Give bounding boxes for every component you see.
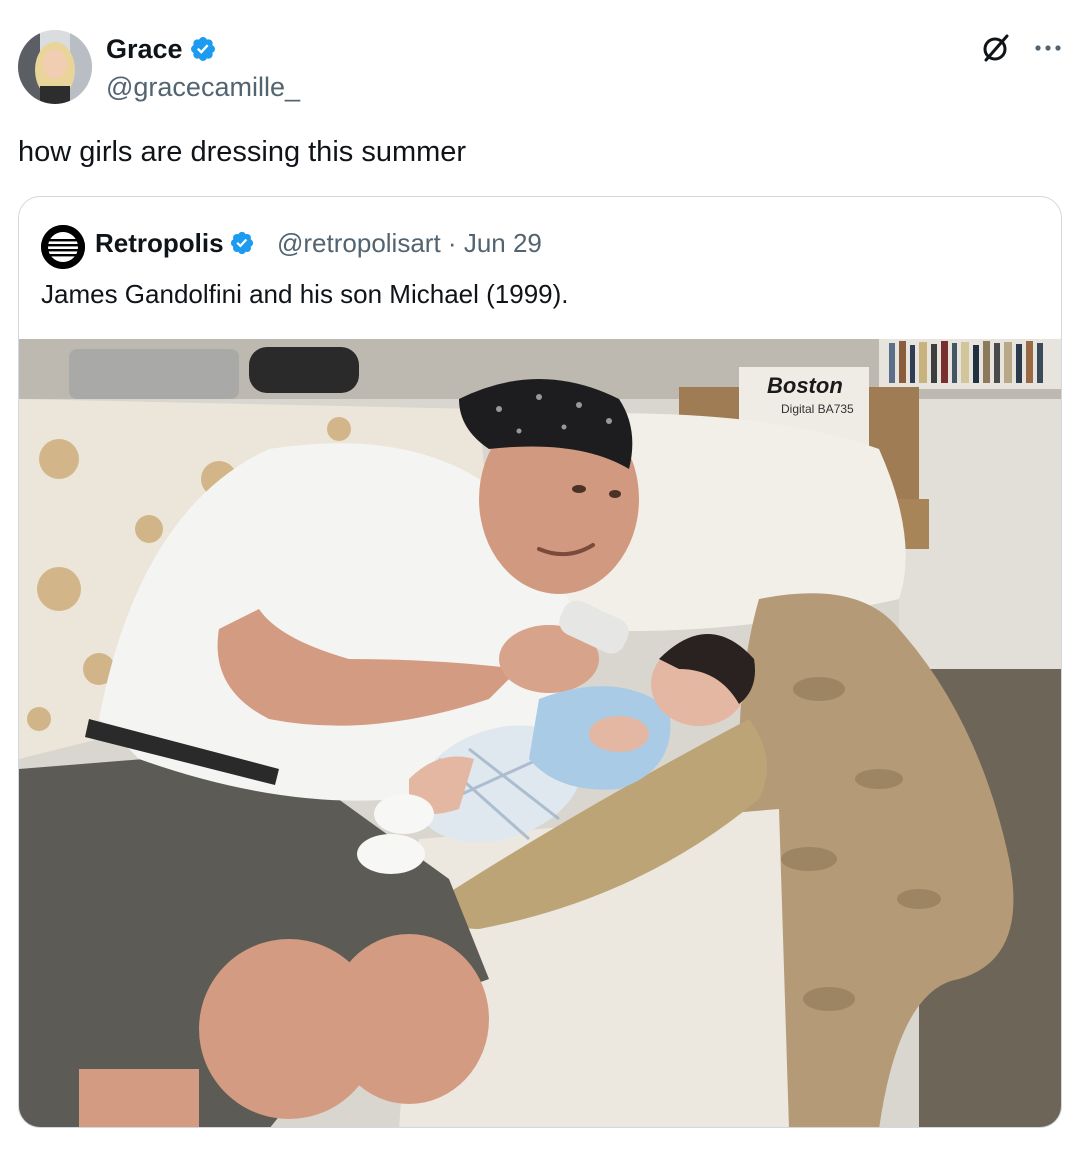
verified-badge-icon — [190, 37, 215, 61]
quoted-author-name-row[interactable]: Retropolis — [95, 227, 255, 259]
quoted-verified-badge-icon — [230, 231, 253, 255]
box-model-text: Digital BA735 — [781, 402, 854, 416]
more-icon[interactable] — [1030, 30, 1066, 66]
retropolis-logo-icon — [41, 225, 85, 269]
quoted-photo[interactable]: Boston Digital BA735 — [19, 339, 1061, 1127]
author-name-row[interactable]: Grace — [106, 32, 217, 66]
avatar-photo — [18, 30, 92, 104]
quoted-handle[interactable]: @retropolisart — [277, 228, 441, 258]
quoted-author-avatar[interactable] — [41, 225, 85, 269]
quoted-author-name[interactable]: Retropolis — [95, 227, 224, 259]
grok-icon[interactable] — [978, 30, 1014, 66]
author-handle[interactable]: @gracecamille_ — [106, 70, 300, 104]
box-brand-text: Boston — [767, 373, 843, 398]
photo-illustration: Boston Digital BA735 — [19, 339, 1061, 1127]
quoted-text: James Gandolfini and his son Michael (19… — [41, 279, 569, 309]
meta-separator: · — [447, 228, 457, 258]
quoted-meta: @retropolisart · Jun 29 — [277, 227, 542, 259]
tweet-text: how girls are dressing this summer — [18, 136, 467, 168]
quoted-date[interactable]: Jun 29 — [464, 228, 542, 258]
tweet: Grace @gracecamille_ how girls are dress… — [0, 0, 1080, 1160]
quoted-tweet-card[interactable]: Retropolis @retropolisart · Jun 29 James… — [18, 196, 1062, 1128]
author-name[interactable]: Grace — [106, 32, 183, 66]
author-avatar[interactable] — [18, 30, 92, 104]
